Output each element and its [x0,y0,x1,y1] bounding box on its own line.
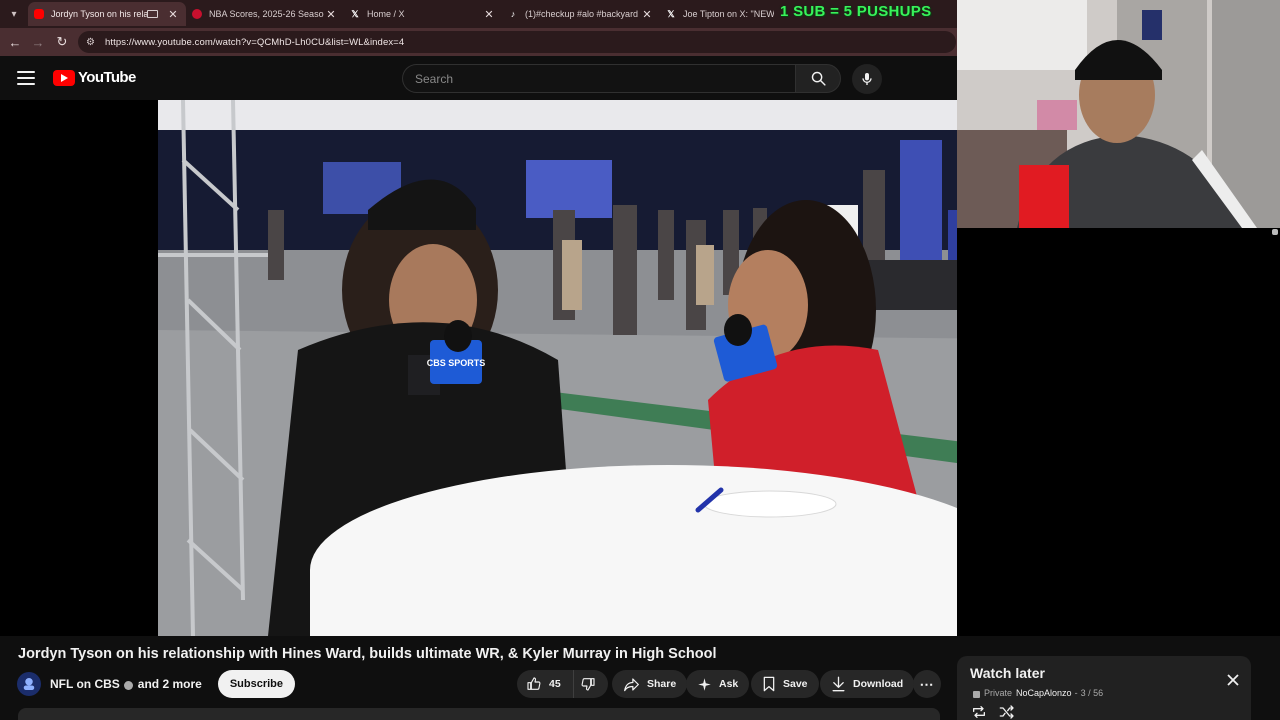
loop-icon[interactable] [971,705,987,719]
webcam-scene [957,0,1280,228]
channel-avatar-icon [23,678,35,690]
dislike-button[interactable] [574,670,608,698]
thumbs-down-icon [581,678,595,691]
youtube-favicon-icon [34,9,44,19]
tab-close-icon[interactable]: ✕ [324,8,338,21]
verified-icon [123,680,133,690]
download-icon [832,676,845,692]
tab-close-icon[interactable]: ✕ [640,8,654,21]
lock-icon [973,690,980,698]
browser-tab-youtube[interactable]: Jordyn Tyson on his relatio ✕ [28,2,186,26]
site-info-icon[interactable]: ⚙ [86,37,100,48]
shuffle-icon[interactable] [999,705,1015,719]
tiktok-favicon-icon: ♪ [510,9,516,19]
tab-title: (1)#checkup #alo #backyard # [525,9,640,19]
playlist-meta: Private NoCapAlonzo - 3 / 56 [973,688,1103,698]
share-button[interactable]: Share [612,670,688,698]
scrollbar-thumb[interactable] [1272,229,1278,235]
youtube-logo[interactable]: YouTube [53,69,136,86]
youtube-masthead: YouTube [0,56,957,100]
collaborators-link[interactable]: and 2 more [138,677,202,691]
close-x-glyph [1227,674,1239,686]
download-button[interactable]: Download [820,670,915,698]
browser-tab-nba[interactable]: NBA Scores, 2025-26 Season - ✕ [186,2,344,26]
download-label: Download [853,678,904,690]
channel-row: NFL on CBS and 2 more Subscribe [17,670,295,698]
sparkle-icon [698,677,711,691]
watch-later-panel: Watch later Private NoCapAlonzo - 3 / 56 [957,656,1251,720]
playlist-owner[interactable]: NoCapAlonzo [1016,688,1072,698]
stream-overlay-text: 1 SUB = 5 PUSHUPS [780,3,932,20]
streamer-webcam [957,0,1280,228]
bookmark-icon [763,676,775,692]
microphone-icon [862,73,872,85]
tab-close-icon[interactable]: ✕ [166,8,180,21]
mic-flag-text: CBS SPORTS [427,358,486,368]
youtube-play-icon [53,69,75,86]
reload-icon[interactable]: ↻ [53,33,71,51]
ask-label: Ask [719,678,739,690]
cast-icon[interactable] [147,10,158,18]
playlist-position: 3 / 56 [1080,688,1104,698]
share-icon [624,677,639,691]
browser-tab-x-tipton[interactable]: 𝕏 Joe Tipton on X: "NEWS: US [660,2,780,26]
like-button[interactable]: 45 [517,670,574,698]
webcam-backdrop [957,228,1280,636]
search-icon [811,71,826,86]
tab-close-icon[interactable]: ✕ [482,8,496,21]
browser-tab-x-home[interactable]: 𝕏 Home / X ✕ [344,2,502,26]
search-button[interactable] [795,64,841,93]
video-title: Jordyn Tyson on his relationship with Hi… [18,646,717,662]
tab-title: NBA Scores, 2025-26 Season - [209,9,324,19]
back-arrow-icon[interactable]: ← [6,33,24,51]
browser-tab-tiktok[interactable]: ♪ (1)#checkup #alo #backyard # ✕ [502,2,660,26]
channel-avatar[interactable] [17,672,41,696]
save-button[interactable]: Save [751,670,819,698]
search-bar [402,64,841,93]
playlist-privacy: Private [984,688,1013,698]
description-box[interactable] [18,708,940,720]
nba-favicon-icon [192,9,202,19]
like-dislike-group: 45 [517,670,608,698]
share-label: Share [647,678,677,690]
forward-arrow-icon[interactable]: → [29,33,47,51]
save-label: Save [783,678,808,690]
tab-title: Jordyn Tyson on his relatio [51,9,147,19]
url-field[interactable]: ⚙ https://www.youtube.com/watch?v=QCMhD-… [78,31,956,53]
playlist-title[interactable]: Watch later [970,665,1045,681]
menu-icon[interactable] [16,69,36,87]
subscribe-button[interactable]: Subscribe [217,670,295,698]
ask-button[interactable]: Ask [686,670,750,698]
meta-separator: - [1074,688,1078,698]
url-text: https://www.youtube.com/watch?v=QCMhD-Lh… [105,36,405,48]
thumbs-up-icon [527,677,541,690]
browser-address-bar: ← → ↻ ⚙ https://www.youtube.com/watch?v=… [0,28,957,56]
tab-title: Home / X [367,9,405,19]
channel-name[interactable]: NFL on CBS [50,677,120,691]
x-favicon-icon: 𝕏 [351,8,359,19]
youtube-logo-text: YouTube [78,69,136,86]
x-favicon-icon: 𝕏 [667,8,675,19]
tab-search-chevron-icon[interactable]: ▾ [4,4,24,24]
voice-search-button[interactable] [852,64,882,94]
tab-title: Joe Tipton on X: "NEWS: US [683,9,774,19]
close-icon[interactable] [1223,670,1243,690]
like-count: 45 [549,678,561,690]
more-actions-icon[interactable]: ⋯ [913,670,941,698]
search-input[interactable] [402,64,795,93]
